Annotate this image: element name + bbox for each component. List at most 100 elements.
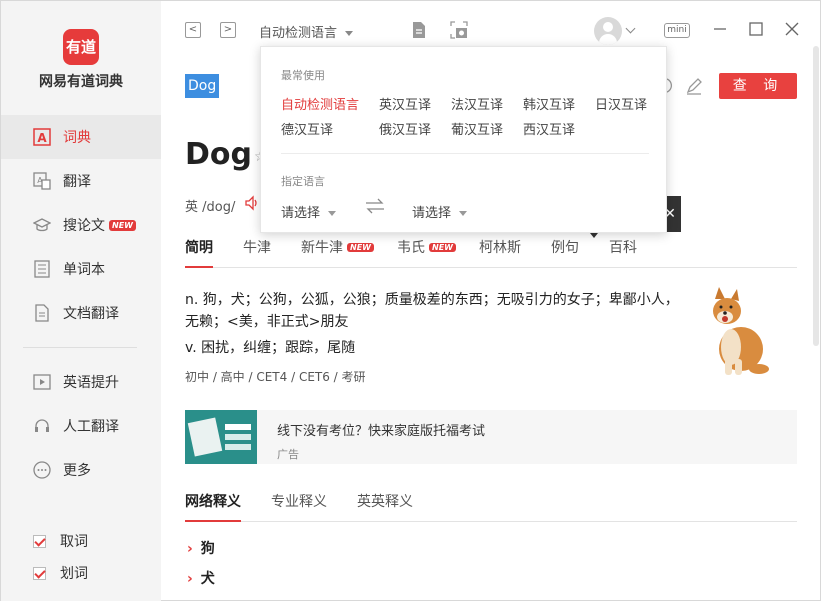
list-item-label: 犬 bbox=[200, 571, 215, 587]
tab-more-caret-icon[interactable] bbox=[590, 233, 598, 238]
sidebar-item-doc-translate[interactable]: 文档翻译 bbox=[1, 291, 161, 335]
document-icon bbox=[33, 304, 51, 322]
new-badge: NEW bbox=[347, 243, 374, 252]
graduation-cap-icon bbox=[33, 216, 51, 234]
sidebar-item-label: 英语提升 bbox=[63, 375, 119, 391]
language-select-value: 自动检测语言 bbox=[259, 26, 338, 41]
tab-examples[interactable]: 例句 bbox=[551, 237, 579, 257]
brand-name: 网易有道词典 bbox=[39, 74, 123, 90]
scrollbar[interactable] bbox=[813, 46, 819, 346]
screenshot-icon[interactable] bbox=[450, 21, 468, 39]
more-icon bbox=[33, 461, 51, 479]
lang-option-auto[interactable]: 自动检测语言 bbox=[281, 94, 359, 113]
ad-banner[interactable]: 线下没有考位？快来家庭版托福考试 广告 bbox=[185, 410, 797, 464]
sidebar-item-label: 更多 bbox=[63, 463, 91, 479]
exam-levels: 初中 / 高中 / CET4 / CET6 / 考研 bbox=[185, 370, 366, 384]
language-popup: 最常使用 自动检测语言 英汉互译 法汉互译 韩汉互译 日汉互译 德汉互译 俄汉互… bbox=[260, 46, 667, 233]
chevron-down-icon[interactable] bbox=[625, 23, 636, 34]
popup-heading-common: 最常使用 bbox=[281, 69, 325, 82]
forward-button[interactable]: > bbox=[220, 22, 236, 38]
dog-illustration bbox=[713, 287, 769, 375]
mini-mode-button[interactable]: mini bbox=[664, 23, 690, 38]
checkbox-label: 取词 bbox=[60, 534, 88, 550]
select-word-toggle[interactable]: 划词 bbox=[33, 557, 88, 589]
tab-webster[interactable]: 韦氏 NEW bbox=[397, 237, 456, 257]
ad-title[interactable]: 线下没有考位？快来家庭版托福考试 bbox=[277, 420, 485, 439]
capture-word-toggle[interactable]: 取词 bbox=[33, 525, 88, 557]
sidebar-item-label: 翻译 bbox=[63, 174, 91, 190]
minimize-icon[interactable] bbox=[710, 19, 730, 39]
tab-label: 新牛津 bbox=[301, 240, 343, 256]
speaker-icon[interactable] bbox=[244, 195, 260, 211]
target-language-select[interactable]: 请选择 bbox=[412, 202, 468, 221]
sidebar: 有道 网易有道词典 A 词典 A 翻译 搜论文 NEW 单词本 文档翻译 英语提… bbox=[1, 1, 161, 601]
lang-option-ru-zh[interactable]: 俄汉互译 bbox=[379, 119, 431, 138]
handwriting-icon[interactable] bbox=[685, 77, 703, 95]
popup-divider bbox=[281, 153, 649, 154]
sidebar-checks: 取词 划词 bbox=[33, 525, 88, 589]
tab-english-definitions[interactable]: 英英释义 bbox=[357, 491, 413, 511]
lang-option-de-zh[interactable]: 德汉互译 bbox=[281, 119, 333, 138]
svg-text:A: A bbox=[37, 131, 47, 145]
tab-encyclopedia[interactable]: 百科 bbox=[609, 237, 637, 257]
sidebar-nav: A 词典 A 翻译 搜论文 NEW 单词本 文档翻译 bbox=[1, 115, 161, 335]
lang-option-en-zh[interactable]: 英汉互译 bbox=[379, 94, 431, 113]
app-window: 有道 网易有道词典 A 词典 A 翻译 搜论文 NEW 单词本 文档翻译 英语提… bbox=[0, 0, 821, 601]
popup-heading-specify: 指定语言 bbox=[281, 175, 325, 188]
tab-concise[interactable]: 简明 bbox=[185, 237, 213, 268]
lang-option-ko-zh[interactable]: 韩汉互译 bbox=[523, 94, 575, 113]
sidebar-divider bbox=[23, 347, 137, 348]
definition-noun: n. 狗，犬；公狗，公狐，公狼；质量极差的东西；无吸引力的女子；卑鄙小人，无赖；… bbox=[185, 292, 679, 330]
tab-web-definitions[interactable]: 网络释义 bbox=[185, 491, 241, 522]
swap-languages-icon[interactable] bbox=[364, 198, 386, 214]
notes-icon[interactable] bbox=[410, 21, 428, 39]
tab-oxford[interactable]: 牛津 bbox=[243, 237, 271, 257]
sidebar-item-english-boost[interactable]: 英语提升 bbox=[1, 360, 161, 404]
list-item[interactable]: › 狗 bbox=[187, 538, 215, 558]
checkbox[interactable] bbox=[33, 566, 46, 580]
checkbox-label: 划词 bbox=[60, 566, 88, 582]
sidebar-item-dictionary[interactable]: A 词典 bbox=[1, 115, 161, 159]
tab-new-oxford[interactable]: 新牛津 NEW bbox=[301, 237, 374, 257]
sidebar-nav-secondary: 英语提升 人工翻译 更多 bbox=[1, 360, 161, 492]
headset-icon bbox=[33, 417, 51, 435]
sidebar-item-label: 词典 bbox=[63, 130, 91, 146]
sidebar-item-more[interactable]: 更多 bbox=[1, 448, 161, 492]
search-input[interactable]: Dog bbox=[185, 74, 220, 98]
phonetic: 英 /dog/ bbox=[185, 200, 236, 215]
list-item[interactable]: › 犬 bbox=[187, 568, 215, 588]
tab-collins[interactable]: 柯林斯 bbox=[479, 237, 521, 257]
sidebar-item-label: 人工翻译 bbox=[63, 419, 119, 435]
back-button[interactable]: < bbox=[185, 22, 201, 38]
sidebar-item-papers[interactable]: 搜论文 NEW bbox=[1, 203, 161, 247]
select-value: 请选择 bbox=[412, 206, 452, 221]
sidebar-item-wordbook[interactable]: 单词本 bbox=[1, 247, 161, 291]
checkbox[interactable] bbox=[33, 534, 46, 548]
lang-option-es-zh[interactable]: 西汉互译 bbox=[523, 119, 575, 138]
sidebar-item-human-translate[interactable]: 人工翻译 bbox=[1, 404, 161, 448]
language-select[interactable]: 自动检测语言 bbox=[259, 22, 354, 41]
ad-image bbox=[185, 410, 257, 464]
select-value: 请选择 bbox=[281, 206, 321, 221]
tab-professional-definitions[interactable]: 专业释义 bbox=[271, 491, 327, 511]
ad-tag: 广告 bbox=[277, 448, 299, 461]
maximize-icon[interactable] bbox=[746, 19, 766, 39]
lang-option-fr-zh[interactable]: 法汉互译 bbox=[451, 94, 503, 113]
lang-option-ja-zh[interactable]: 日汉互译 bbox=[595, 94, 647, 113]
chevron-down-icon bbox=[328, 211, 337, 216]
lang-option-pt-zh[interactable]: 葡汉互译 bbox=[451, 119, 503, 138]
youdao-logo: 有道 bbox=[63, 29, 99, 65]
source-language-select[interactable]: 请选择 bbox=[281, 202, 337, 221]
chevron-right-icon: › bbox=[187, 571, 193, 587]
headword: Dog bbox=[185, 137, 252, 172]
close-icon[interactable] bbox=[782, 19, 802, 39]
definition-type-tabs: 网络释义 专业释义 英英释义 bbox=[185, 491, 797, 522]
new-badge: NEW bbox=[429, 243, 456, 252]
definition-verb: v. 困扰，纠缠；跟踪，尾随 bbox=[185, 340, 356, 356]
avatar[interactable] bbox=[594, 17, 622, 45]
video-play-icon bbox=[33, 373, 51, 391]
chevron-down-icon bbox=[459, 211, 468, 216]
sidebar-item-label: 单词本 bbox=[63, 262, 105, 278]
query-button[interactable]: 查 询 bbox=[719, 73, 797, 99]
sidebar-item-translate[interactable]: A 翻译 bbox=[1, 159, 161, 203]
